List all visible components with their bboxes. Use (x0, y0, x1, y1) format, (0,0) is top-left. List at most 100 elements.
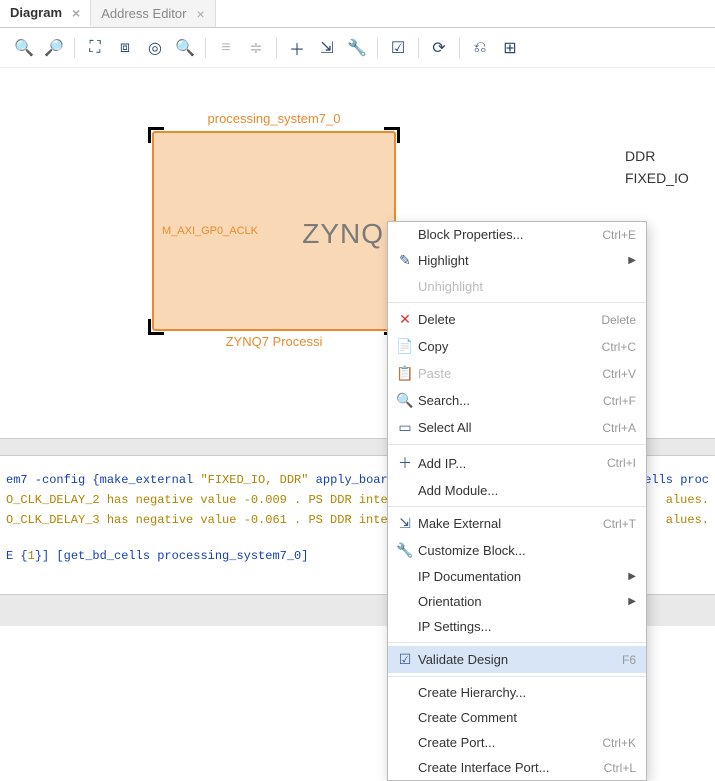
menu-item-customize-block[interactable]: 🔧Customize Block... (388, 537, 646, 564)
external-ports: DDR FIXED_IO (625, 148, 689, 192)
zoom-out-icon[interactable]: 🔎 (40, 34, 68, 62)
menu-label: Add Module... (418, 483, 636, 498)
layout-icon[interactable]: ⎌ (466, 34, 494, 62)
context-menu: Block Properties...Ctrl+E ✎Highlight ▶ Unhi… (387, 221, 647, 781)
selection-handle[interactable] (384, 127, 400, 143)
close-icon[interactable]: × (72, 5, 80, 21)
menu-separator (388, 642, 646, 643)
menu-item-search[interactable]: 🔍Search...Ctrl+F (388, 387, 646, 414)
block-title: processing_system7_0 (154, 111, 394, 126)
selection-handle[interactable] (148, 319, 164, 335)
menu-item-delete[interactable]: ✕DeleteDelete (388, 306, 646, 333)
menu-item-paste: 📋PasteCtrl+V (388, 360, 646, 387)
block-port[interactable]: M_AXI_GP0_ACLK (162, 225, 258, 237)
copy-icon: 📄 (392, 338, 418, 355)
port-ddr[interactable]: DDR (625, 148, 689, 164)
menu-label: Create Comment (418, 710, 636, 725)
console-text: 1 (28, 549, 35, 563)
menu-item-ip-settings[interactable]: IP Settings... (388, 614, 646, 639)
delete-icon: ✕ (392, 311, 418, 328)
submenu-arrow-icon: ▶ (628, 255, 636, 266)
menu-item-create-port[interactable]: Create Port... Ctrl+K (388, 730, 646, 755)
highlight-icon: ✎ (392, 252, 418, 269)
menu-item-ip-documentation[interactable]: IP Documentation▶ (388, 564, 646, 589)
menu-label: Orientation (418, 594, 622, 609)
fit-selection-icon[interactable]: ⧈ (111, 34, 139, 62)
menu-shortcut: Ctrl+E (602, 228, 636, 242)
submenu-arrow-icon: ▶ (628, 596, 636, 607)
menu-item-select-all[interactable]: ▭Select All Ctrl+A (388, 414, 646, 441)
menu-label: Copy (418, 339, 592, 354)
menu-label: Validate Design (418, 652, 612, 667)
menu-shortcut: Ctrl+V (602, 367, 636, 381)
console-text: }] [get_bd_cells processing_system7_0] (35, 549, 309, 563)
ip-block-zynq[interactable]: processing_system7_0 M_AXI_GP0_ACLK ZYNQ… (152, 131, 396, 331)
zoom-in-icon[interactable]: 🔍 (10, 34, 38, 62)
fit-icon[interactable]: ⛶ (81, 34, 109, 62)
menu-label: IP Documentation (418, 569, 622, 584)
menu-item-highlight[interactable]: ✎Highlight ▶ (388, 247, 646, 274)
make-external-icon[interactable]: ⇲ (313, 34, 341, 62)
menu-shortcut: Delete (601, 313, 636, 327)
menu-item-create-interface-port[interactable]: Create Interface Port... Ctrl+L (388, 755, 646, 780)
validate-icon[interactable]: ☑ (384, 34, 412, 62)
search-icon[interactable]: 🔍 (171, 34, 199, 62)
menu-shortcut: Ctrl+T (603, 517, 636, 531)
port-fixed-io[interactable]: FIXED_IO (625, 170, 689, 186)
block-logo-text: ZYNQ (302, 218, 384, 250)
menu-item-make-external[interactable]: ⇲Make ExternalCtrl+T (388, 510, 646, 537)
console-text: "FIXED_IO, DDR" (200, 473, 308, 487)
tab-label: Address Editor (101, 6, 186, 21)
menu-label: Create Hierarchy... (418, 685, 636, 700)
menu-shortcut: Ctrl+I (607, 456, 636, 470)
diagram-canvas[interactable]: processing_system7_0 M_AXI_GP0_ACLK ZYNQ… (0, 68, 715, 438)
add-ip--icon: ＋ (392, 453, 418, 473)
menu-label: Create Interface Port... (418, 760, 594, 775)
console-text: alues. (666, 510, 709, 530)
menu-item-orientation[interactable]: Orientation ▶ (388, 589, 646, 614)
validate-design-icon: ☑ (392, 651, 418, 668)
console-text: alues. (666, 490, 709, 510)
menu-item-add-ip[interactable]: ＋Add IP...Ctrl+I (388, 448, 646, 478)
menu-separator (388, 444, 646, 445)
select-all-icon: ▭ (392, 419, 418, 436)
menu-label: Create Port... (418, 735, 592, 750)
tab-bar: Diagram × Address Editor × (0, 0, 715, 28)
tab-label: Diagram (10, 5, 62, 20)
menu-item-create-comment[interactable]: Create Comment (388, 705, 646, 730)
customize-icon[interactable]: 🔧 (343, 34, 371, 62)
menu-label: Highlight (418, 253, 622, 268)
menu-item-copy[interactable]: 📄Copy Ctrl+C (388, 333, 646, 360)
collapse-icon[interactable]: ≡ (212, 34, 240, 62)
selection-handle[interactable] (148, 127, 164, 143)
settings-icon[interactable]: ⊞ (496, 34, 524, 62)
menu-item-validate-design[interactable]: ☑Validate DesignF6 (388, 646, 646, 673)
console-text: em7 -config {make_external (6, 473, 200, 487)
menu-label: Select All (418, 420, 592, 435)
target-icon[interactable]: ◎ (141, 34, 169, 62)
menu-item-create-hierarchy[interactable]: Create Hierarchy... (388, 680, 646, 705)
search--icon: 🔍 (392, 392, 418, 409)
menu-label: IP Settings... (418, 619, 636, 634)
toolbar: 🔍 🔎 ⛶ ⧈ ◎ 🔍 ≡ ≑ ＋ ⇲ 🔧 ☑ ⟳ ⎌ ⊞ (0, 28, 715, 68)
expand-icon[interactable]: ≑ (242, 34, 270, 62)
add-icon[interactable]: ＋ (283, 34, 311, 62)
menu-item-block-properties[interactable]: Block Properties...Ctrl+E (388, 222, 646, 247)
menu-label: Unhighlight (418, 279, 636, 294)
tab-diagram[interactable]: Diagram × (0, 0, 91, 27)
menu-label: Paste (418, 366, 592, 381)
menu-shortcut: Ctrl+A (602, 421, 636, 435)
menu-label: Delete (418, 312, 591, 327)
menu-label: Customize Block... (418, 543, 636, 558)
console-text: E { (6, 549, 28, 563)
make-external-icon: ⇲ (392, 515, 418, 532)
close-icon[interactable]: × (196, 6, 204, 22)
tab-address-editor[interactable]: Address Editor × (91, 0, 215, 27)
refresh-icon[interactable]: ⟳ (425, 34, 453, 62)
menu-shortcut: Ctrl+F (603, 394, 636, 408)
menu-shortcut: Ctrl+K (602, 736, 636, 750)
menu-shortcut: Ctrl+C (602, 340, 636, 354)
menu-item-add-module[interactable]: Add Module... (388, 478, 646, 503)
menu-separator (388, 676, 646, 677)
menu-shortcut: Ctrl+L (604, 761, 636, 775)
